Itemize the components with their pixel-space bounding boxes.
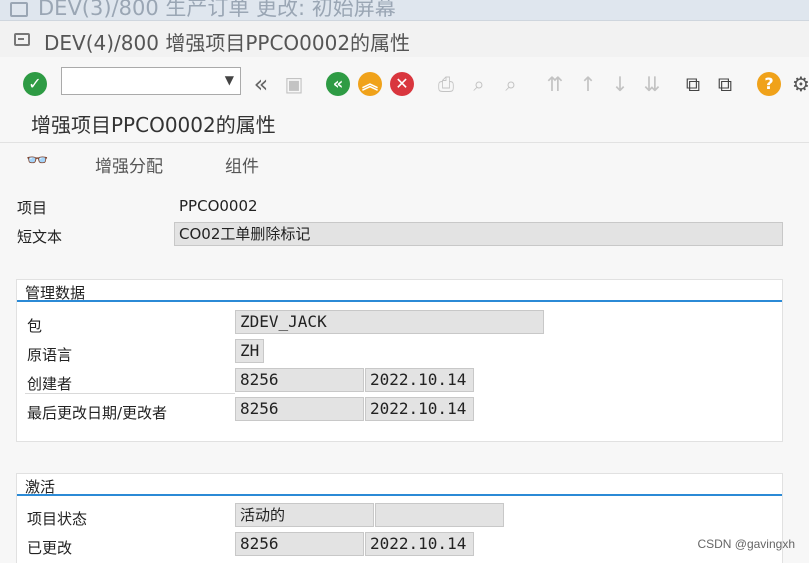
created-by-field[interactable]: 8256 (235, 368, 364, 392)
page-title: 增强项目PPCO0002的属性 (31, 113, 276, 137)
print-icon[interactable]: ⎙ (433, 71, 459, 97)
page-title-bar: 增强项目PPCO0002的属性 (0, 105, 809, 141)
collapse-double-left-icon[interactable]: « (248, 71, 274, 97)
back-icon[interactable]: « (326, 72, 350, 96)
management-data-group: 管理数据 包 ZDEV_JACK 原语言 ZH 创建者 8256 2022.10… (16, 279, 783, 442)
short-text-label: 短文本 (17, 228, 63, 246)
application-toolbar: 👓 增强分配 组件 (0, 142, 809, 182)
gear-icon[interactable]: ⚙ (788, 71, 809, 97)
cancel-icon[interactable]: ✕ (390, 72, 414, 96)
window-icon (10, 2, 28, 17)
window-title: DEV(4)/800 增强项目PPCO0002的属性 (44, 31, 411, 55)
changed-by-field[interactable]: 8256 (235, 532, 364, 556)
package-field[interactable]: ZDEV_JACK (235, 310, 544, 334)
save-icon[interactable]: ▣ (281, 71, 307, 97)
exit-icon[interactable]: ︽ (358, 72, 382, 96)
first-page-icon[interactable]: ⇈ (542, 71, 568, 97)
project-status-extra-field[interactable] (375, 503, 504, 527)
created-by-label: 创建者 (27, 375, 73, 393)
project-value: PPCO0002 (179, 197, 258, 215)
project-status-field[interactable]: 活动的 (235, 503, 374, 527)
original-language-field[interactable]: ZH (235, 339, 264, 363)
short-text-field[interactable]: CO02工单删除标记 (174, 222, 783, 246)
window-menu-icon[interactable] (14, 33, 30, 46)
next-page-icon[interactable]: ↓ (607, 71, 633, 97)
watermark: CSDN @gavingxh (697, 537, 795, 551)
changed-date-field[interactable]: 2022.10.14 (365, 532, 474, 556)
display-glasses-icon[interactable]: 👓 (26, 150, 48, 171)
background-window-title: DEV(3)/800 生产订单 更改: 初始屏幕 (38, 0, 396, 20)
title-bar: DEV(4)/800 增强项目PPCO0002的属性 (0, 21, 809, 57)
row-divider (25, 393, 235, 394)
activation-group: 激活 项目状态 活动的 已更改 8256 2022.10.14 (16, 473, 783, 563)
help-icon[interactable]: ? (757, 72, 781, 96)
command-field[interactable]: ▼ (61, 67, 241, 95)
chevron-down-icon[interactable]: ▼ (225, 73, 234, 87)
find-next-icon[interactable]: ⌕ (498, 71, 524, 97)
background-window: DEV(3)/800 生产订单 更改: 初始屏幕 (0, 0, 809, 20)
standard-toolbar: ✓ ▼ « ▣ « ︽ ✕ ⎙ ⌕ ⌕ ⇈ ↑ ↓ ⇊ ⧉ ⧉ ? ⚙ (0, 67, 809, 101)
components-button[interactable]: 组件 (225, 152, 259, 177)
project-label: 项目 (17, 199, 48, 217)
original-language-label: 原语言 (27, 346, 73, 364)
previous-page-icon[interactable]: ↑ (575, 71, 601, 97)
shortcut-icon[interactable]: ⧉ (712, 71, 738, 97)
project-status-label: 项目状态 (27, 510, 88, 528)
package-label: 包 (27, 317, 43, 335)
sap-window: DEV(4)/800 增强项目PPCO0002的属性 ✓ ▼ « ▣ « ︽ ✕… (0, 20, 809, 563)
enhancement-assignment-button[interactable]: 增强分配 (95, 152, 163, 177)
changed-label: 已更改 (27, 539, 73, 557)
created-date-field[interactable]: 2022.10.14 (365, 368, 474, 392)
main-content: 项目 PPCO0002 短文本 CO02工单删除标记 管理数据 包 ZDEV_J… (0, 181, 809, 563)
last-page-icon[interactable]: ⇊ (639, 71, 665, 97)
last-changed-date-field[interactable]: 2022.10.14 (365, 397, 474, 421)
group-divider (17, 494, 782, 496)
new-session-icon[interactable]: ⧉ (680, 71, 706, 97)
find-icon[interactable]: ⌕ (466, 71, 492, 97)
enter-checkmark-icon[interactable]: ✓ (23, 72, 47, 96)
last-changed-by-field[interactable]: 8256 (235, 397, 364, 421)
last-changed-label: 最后更改日期/更改者 (27, 404, 168, 422)
group-divider (17, 300, 782, 302)
